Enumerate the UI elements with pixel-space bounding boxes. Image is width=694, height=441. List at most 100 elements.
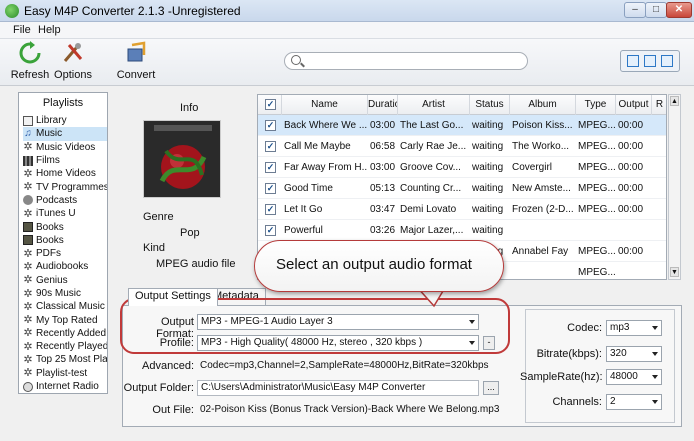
sidebar-item[interactable]: ♫ Music <box>23 127 107 141</box>
sidebar-item[interactable]: Books <box>23 220 107 233</box>
sidebar-item[interactable]: ✲ PDFs <box>23 247 107 260</box>
options-icon <box>63 43 83 62</box>
table-row[interactable]: ✓ Let It Go 03:47 Demi Lovato waiting Frozen … <box>258 199 666 220</box>
playlists-header: Playlists <box>42 97 84 109</box>
bitrate-select[interactable]: 320 <box>606 346 662 362</box>
menu-file[interactable]: File <box>13 24 31 36</box>
view-layout-2-icon[interactable] <box>644 55 656 67</box>
table-scrollbar[interactable]: ▲ ▼ <box>668 94 681 280</box>
table-cell: Back Where We ... <box>284 120 368 131</box>
refresh-icon <box>19 41 41 64</box>
scroll-down-icon[interactable]: ▼ <box>670 267 679 277</box>
view-layout-3-icon[interactable] <box>661 55 673 67</box>
table-cell: The Worko... <box>512 141 570 152</box>
sidebar-item[interactable]: Books <box>23 234 107 247</box>
sidebar-item[interactable]: ✲ TV Programmes <box>23 180 107 193</box>
sidebar-item[interactable]: ✲ Top 25 Most Pla <box>23 353 107 366</box>
menu-help[interactable]: Help <box>38 24 61 36</box>
output-folder-field[interactable]: C:\Users\Administrator\Music\Easy M4P Co… <box>197 380 479 396</box>
book-icon <box>23 222 33 233</box>
table-cell: Counting Cr... <box>400 183 462 194</box>
options-button[interactable]: Options <box>52 41 94 81</box>
sidebar-item[interactable]: Library <box>23 114 107 127</box>
sidebar-item[interactable]: ✲ Recently Added <box>23 327 107 340</box>
sidebar-item[interactable]: Podcasts <box>23 194 107 207</box>
column-header[interactable]: Output <box>616 95 652 115</box>
row-checkbox[interactable]: ✓ <box>265 162 276 173</box>
samplerate-label: SampleRate(hz): <box>520 371 603 383</box>
column-header[interactable]: Album <box>510 95 576 115</box>
table-cell: 00:00 <box>618 246 644 257</box>
row-checkbox[interactable]: ✓ <box>265 183 276 194</box>
table-row[interactable]: ✓ Far Away From H... 03:00 Groove Cov... wai… <box>258 157 666 178</box>
album-art <box>143 120 221 198</box>
codec-select[interactable]: mp3 <box>606 320 662 336</box>
table-cell <box>510 262 576 279</box>
options-label: Options <box>54 69 92 81</box>
refresh-button[interactable]: Refresh <box>10 41 50 81</box>
gear-icon: ✲ <box>23 141 33 154</box>
table-cell: Annabel Fay <box>512 246 569 257</box>
table-cell: waiting <box>472 162 504 173</box>
table-cell: Far Away From H... <box>284 162 368 173</box>
sidebar-item[interactable]: ✲ Audiobooks <box>23 260 107 273</box>
convert-button[interactable]: Convert <box>116 41 156 81</box>
row-checkbox[interactable]: ✓ <box>265 225 276 236</box>
sidebar-item-label: iTunes U <box>36 208 76 220</box>
close-button[interactable]: ✕ <box>666 2 692 18</box>
column-header[interactable]: Artist <box>398 95 470 115</box>
header-select-all-checkbox[interactable]: ✓ <box>258 95 282 115</box>
view-layout-1-icon[interactable] <box>627 55 639 67</box>
column-header[interactable]: Name <box>282 95 368 115</box>
checkbox-icon[interactable]: ✓ <box>265 99 276 110</box>
column-header[interactable]: R <box>652 95 666 115</box>
sidebar-item[interactable]: ✲ My Top Rated <box>23 313 107 326</box>
minimize-button[interactable]: – <box>624 2 646 18</box>
kind-value: MPEG audio file <box>156 258 236 270</box>
table-cell <box>616 262 652 279</box>
column-header[interactable]: Status <box>470 95 510 115</box>
album-art-image <box>144 121 220 197</box>
row-checkbox[interactable]: ✓ <box>265 120 276 131</box>
tab-output-settings[interactable]: Output Settings <box>128 288 218 306</box>
sidebar-item-label: My Top Rated <box>36 314 98 326</box>
channels-select[interactable]: 2 <box>606 394 662 410</box>
sidebar-item[interactable]: ✲ Genius <box>23 274 107 287</box>
library-icon <box>23 115 33 126</box>
sidebar-item[interactable]: ✲ iTunes U <box>23 207 107 220</box>
table-row[interactable]: ✓ Call Me Maybe 06:58 Carly Rae Je... waitin… <box>258 136 666 157</box>
codec-value: mp3 <box>610 322 630 333</box>
channels-value: 2 <box>610 396 616 407</box>
table-row[interactable]: ✓ Powerful 03:26 Major Lazer,... waiting <box>258 220 666 241</box>
sidebar-item[interactable]: Films <box>23 154 107 167</box>
radio-icon <box>23 381 33 392</box>
sidebar-item[interactable]: ✲ Classical Music <box>23 300 107 313</box>
search-input[interactable] <box>284 52 528 70</box>
title-bar: Easy M4P Converter 2.1.3 -Unregistered –… <box>0 0 694 22</box>
row-checkbox[interactable]: ✓ <box>265 204 276 215</box>
table-row[interactable]: ✓ Good Time 05:13 Counting Cr... waiting New … <box>258 178 666 199</box>
maximize-button[interactable]: □ <box>645 2 667 18</box>
sidebar-item[interactable]: ✲ Music Videos <box>23 141 107 154</box>
table-row[interactable]: ✓ Back Where We ... 03:00 The Last Go... wai… <box>258 115 666 136</box>
table-cell: 05:13 <box>370 183 396 194</box>
sidebar-item[interactable]: ✲ 90s Music <box>23 287 107 300</box>
table-cell: Good Time <box>284 183 333 194</box>
sidebar-item[interactable]: ✲ Playlist-test <box>23 367 107 380</box>
browse-button[interactable]: ... <box>483 381 499 395</box>
scroll-up-icon[interactable]: ▲ <box>670 96 679 106</box>
row-checkbox[interactable]: ✓ <box>265 141 276 152</box>
sidebar-item-label: Recently Added <box>36 327 107 339</box>
sidebar-item[interactable]: Internet Radio <box>23 380 107 393</box>
table-cell: MPEG... <box>578 246 616 257</box>
column-header[interactable]: Duration <box>368 95 398 115</box>
samplerate-select[interactable]: 48000 <box>606 369 662 385</box>
sidebar-item[interactable]: ✲ Recently Played <box>23 340 107 353</box>
sidebar-item[interactable]: ✲ Home Videos <box>23 167 107 180</box>
table-cell: Frozen (2-D... <box>512 204 574 215</box>
table-cell: New Amste... <box>512 183 571 194</box>
column-header[interactable]: Type <box>576 95 616 115</box>
table-cell: waiting <box>472 204 504 215</box>
playlists-sidebar: Playlists Library ♫ Music ✲ Music Videos Film… <box>18 92 108 394</box>
table-cell: waiting <box>472 141 504 152</box>
